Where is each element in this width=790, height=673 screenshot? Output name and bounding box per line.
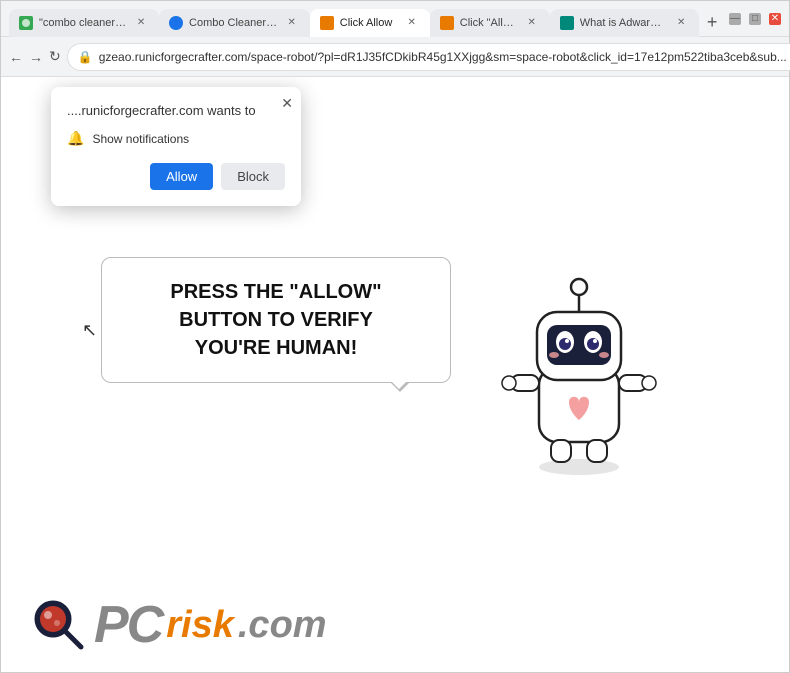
new-tab-button[interactable]: + xyxy=(699,9,725,37)
tab-strip: "combo cleaner" - ... ✕ Combo Cleaner Pr… xyxy=(9,1,725,37)
message-line2: YOU'RE HUMAN! xyxy=(195,337,358,359)
address-bar: ← → ↻ 🔒 gzeao.runicforgecrafter.com/spac… xyxy=(1,37,789,77)
speech-bubble-wrapper: ↖ PRESS THE "ALLOW" BUTTON TO VERIFY YOU… xyxy=(101,257,451,383)
tab-3[interactable]: Click Allow ✕ xyxy=(310,9,430,37)
logo-risk-text: risk xyxy=(166,606,234,644)
title-bar: "combo cleaner" - ... ✕ Combo Cleaner Pr… xyxy=(1,1,789,37)
tab5-favicon xyxy=(560,16,574,30)
tab-1[interactable]: "combo cleaner" - ... ✕ xyxy=(9,9,159,37)
tab-5[interactable]: What is Adware Vi... ✕ xyxy=(550,9,699,37)
pcrisk-logo-icon xyxy=(31,597,86,652)
logo-pc-text: PC xyxy=(94,599,162,651)
robot-svg xyxy=(489,257,669,477)
cursor-arrow: ↖ xyxy=(82,320,97,341)
tab3-close[interactable]: ✕ xyxy=(404,15,420,31)
window-controls: — □ ✕ xyxy=(729,13,781,25)
tab4-favicon xyxy=(440,16,454,30)
notification-popup: ✕ ....runicforgecrafter.com wants to 🔔 S… xyxy=(51,87,301,206)
secure-icon: 🔒 xyxy=(78,50,93,64)
footer-branding: PC risk .com xyxy=(31,597,327,652)
speech-bubble: ↖ PRESS THE "ALLOW" BUTTON TO VERIFY YOU… xyxy=(101,257,451,383)
bell-icon: 🔔 xyxy=(67,130,84,147)
tab1-favicon xyxy=(19,16,33,30)
tab3-favicon xyxy=(320,16,334,30)
forward-button[interactable]: → xyxy=(29,43,43,71)
browser-window: "combo cleaner" - ... ✕ Combo Cleaner Pr… xyxy=(0,0,790,673)
page-message: PRESS THE "ALLOW" BUTTON TO VERIFY YOU'R… xyxy=(132,278,420,362)
maximize-button[interactable]: □ xyxy=(749,13,761,25)
popup-buttons: Allow Block xyxy=(67,163,285,190)
robot-character xyxy=(489,257,669,482)
tab-4[interactable]: Click "Allow" ✕ xyxy=(430,9,550,37)
tab2-label: Combo Cleaner Pr... xyxy=(189,17,278,29)
reload-button[interactable]: ↻ xyxy=(49,43,61,71)
tab4-close[interactable]: ✕ xyxy=(524,15,540,31)
popup-title: ....runicforgecrafter.com wants to xyxy=(67,103,285,118)
minimize-button[interactable]: — xyxy=(729,13,741,25)
tab2-close[interactable]: ✕ xyxy=(284,15,300,31)
allow-button[interactable]: Allow xyxy=(150,163,213,190)
tab3-label: Click Allow xyxy=(340,17,398,29)
tab1-close[interactable]: ✕ xyxy=(133,15,149,31)
tab4-label: Click "Allow" xyxy=(460,17,518,29)
popup-close-button[interactable]: ✕ xyxy=(281,95,293,112)
tab5-label: What is Adware Vi... xyxy=(580,17,667,29)
tab-2[interactable]: Combo Cleaner Pr... ✕ xyxy=(159,9,310,37)
tab1-label: "combo cleaner" - ... xyxy=(39,17,127,29)
pcrisk-text-logo: PC risk .com xyxy=(94,599,327,651)
tab2-favicon xyxy=(169,16,183,30)
popup-notification-text: Show notifications xyxy=(92,132,189,146)
close-button[interactable]: ✕ xyxy=(769,13,781,25)
tab5-close[interactable]: ✕ xyxy=(673,15,689,31)
url-text: gzeao.runicforgecrafter.com/space-robot/… xyxy=(99,50,787,64)
page-content: ✕ ....runicforgecrafter.com wants to 🔔 S… xyxy=(1,77,789,672)
url-bar[interactable]: 🔒 gzeao.runicforgecrafter.com/space-robo… xyxy=(67,43,790,71)
popup-notification-row: 🔔 Show notifications xyxy=(67,130,285,147)
logo-dotcom-text: .com xyxy=(238,606,327,644)
back-button[interactable]: ← xyxy=(9,43,23,71)
block-button[interactable]: Block xyxy=(221,163,285,190)
message-line1: PRESS THE "ALLOW" BUTTON TO VERIFY xyxy=(170,281,381,331)
